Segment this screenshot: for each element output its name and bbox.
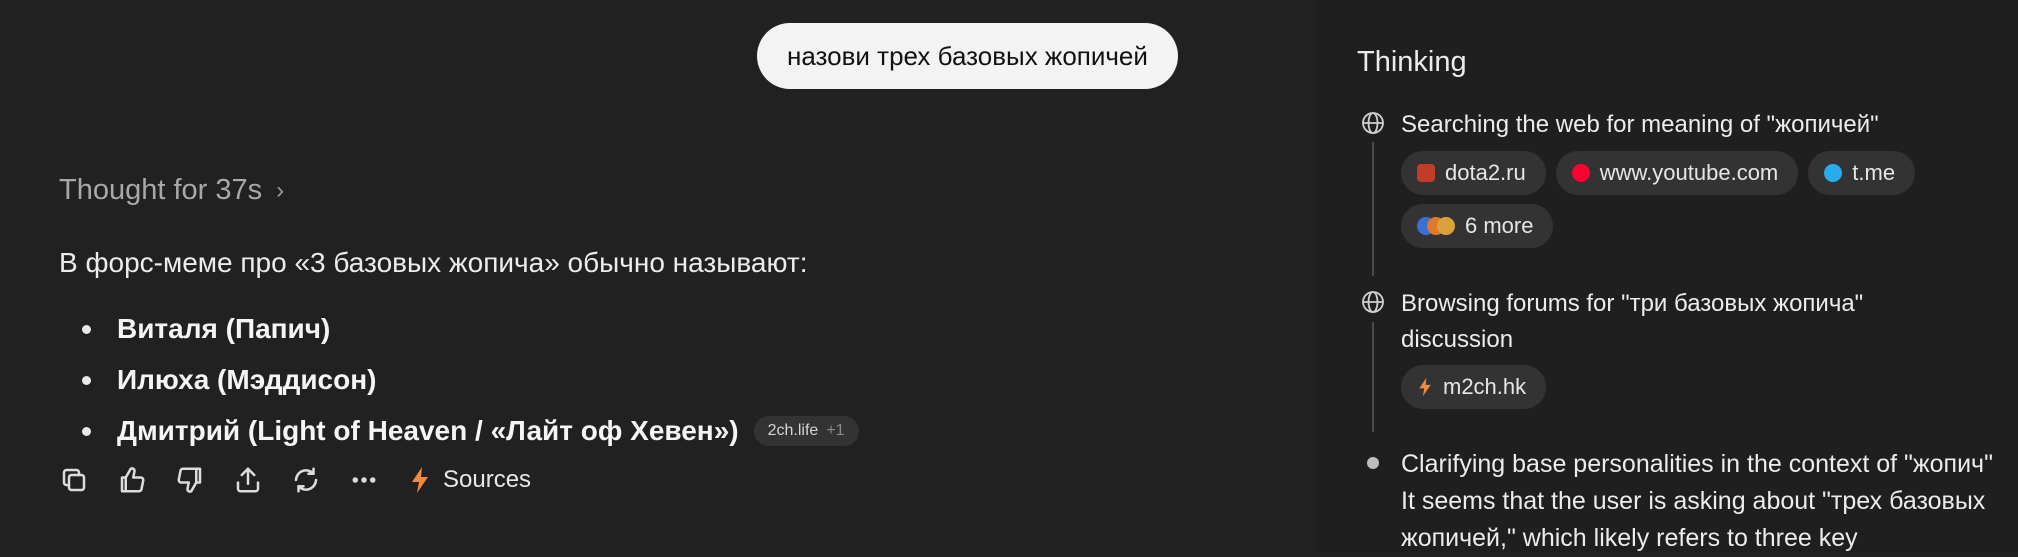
list-item: Илюха (Мэддисон) bbox=[80, 354, 859, 405]
source-chip-dota2[interactable]: dota2.ru bbox=[1401, 151, 1546, 195]
step-body: It seems that the user is asking about "… bbox=[1401, 487, 1986, 515]
message-actions: Sources bbox=[59, 465, 531, 495]
timeline-line bbox=[1372, 322, 1374, 432]
user-message-bubble: назови трех базовых жопичей bbox=[757, 23, 1178, 89]
sources-button[interactable]: Sources bbox=[409, 466, 531, 494]
step-title: Clarifying base personalities in the con… bbox=[1401, 450, 1993, 478]
source-chips: dota2.ru www.youtube.com t.me bbox=[1401, 151, 1916, 195]
step-title: Searching the web for meaning of "жопиче… bbox=[1401, 111, 1879, 138]
thumbs-down-button[interactable] bbox=[175, 465, 205, 495]
bolt-favicon-icon bbox=[1419, 377, 1431, 397]
youtube-favicon bbox=[1571, 164, 1590, 182]
source-chip-telegram[interactable]: t.me bbox=[1808, 151, 1916, 195]
step-title: Browsing forums for "три базовых жопича" bbox=[1401, 290, 1864, 317]
chevron-right-icon: › bbox=[276, 176, 285, 204]
source-chip-m2ch[interactable]: m2ch.hk bbox=[1401, 365, 1547, 409]
stacked-favicons-icon bbox=[1417, 217, 1455, 235]
citation-extra: +1 bbox=[826, 421, 845, 439]
share-icon bbox=[236, 467, 260, 493]
globe-icon bbox=[1361, 111, 1385, 135]
thinking-title: Thinking bbox=[1357, 46, 1467, 78]
thumbs-down-icon bbox=[177, 467, 202, 493]
answer-list: Виталя (Папич) Илюха (Мэддисон) Дмитрий … bbox=[80, 303, 859, 456]
ellipsis-icon bbox=[352, 477, 376, 483]
thumbs-up-button[interactable] bbox=[117, 465, 147, 495]
bolt-icon bbox=[412, 467, 428, 493]
regenerate-button[interactable] bbox=[291, 465, 321, 495]
copy-icon bbox=[62, 468, 86, 492]
timeline-line bbox=[1372, 142, 1374, 276]
thought-toggle[interactable]: Thought for 37s › bbox=[59, 174, 284, 207]
source-chips: m2ch.hk bbox=[1401, 365, 1547, 409]
step-dot-icon bbox=[1367, 457, 1379, 469]
sources-label: Sources bbox=[443, 466, 532, 493]
copy-button[interactable] bbox=[59, 465, 89, 495]
more-options-button[interactable] bbox=[349, 465, 379, 495]
thinking-step: Clarifying base personalities in the con… bbox=[1401, 446, 2011, 557]
thumbs-up-icon bbox=[120, 467, 145, 493]
dota2-favicon bbox=[1417, 164, 1435, 182]
list-item: Виталя (Папич) bbox=[80, 303, 859, 354]
more-sources-chip[interactable]: 6 more bbox=[1401, 204, 1554, 248]
share-button[interactable] bbox=[233, 465, 263, 495]
source-chip-youtube[interactable]: www.youtube.com bbox=[1555, 151, 1799, 195]
list-item: Дмитрий (Light of Heaven / «Лайт оф Хеве… bbox=[80, 405, 859, 456]
citation-source: 2ch.life bbox=[767, 421, 819, 439]
step-title-continued: discussion bbox=[1401, 326, 1514, 353]
answer-intro: В форс-меме про «3 базовых жопича» обычн… bbox=[59, 247, 808, 278]
chat-panel: назови трех базовых жопичей Thought for … bbox=[0, 0, 1316, 552]
thought-label: Thought for 37s bbox=[59, 174, 263, 206]
globe-icon bbox=[1361, 290, 1385, 314]
source-chips-more: 6 more bbox=[1401, 204, 1554, 248]
telegram-favicon bbox=[1824, 164, 1843, 182]
step-body: жопичей," which likely refers to three k… bbox=[1401, 524, 1858, 552]
refresh-icon bbox=[294, 467, 318, 493]
citation-chip[interactable]: 2ch.life +1 bbox=[753, 415, 859, 446]
